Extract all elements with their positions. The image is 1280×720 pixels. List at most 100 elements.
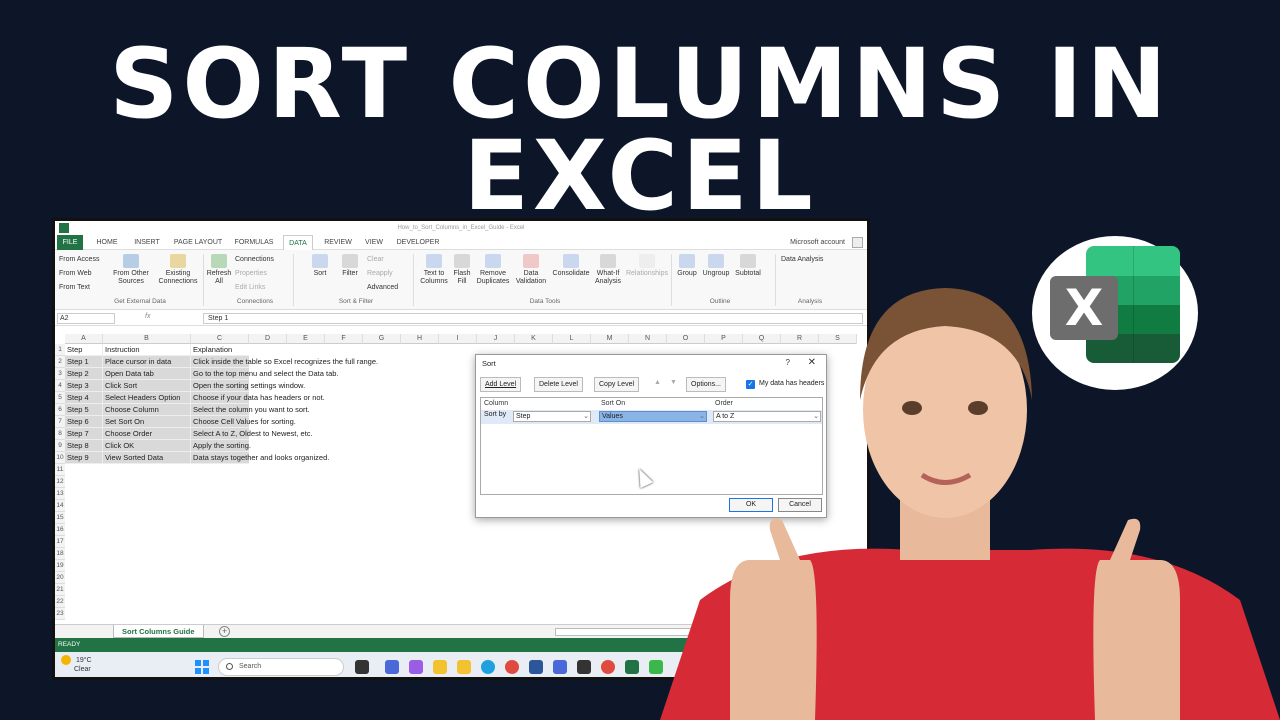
- row-header[interactable]: 17: [55, 536, 65, 548]
- tab-page-layout[interactable]: PAGE LAYOUT: [171, 235, 225, 250]
- task-view-icon[interactable]: [355, 660, 369, 674]
- store-icon[interactable]: [553, 660, 567, 674]
- row-header[interactable]: 3: [55, 368, 65, 380]
- tab-review[interactable]: REVIEW: [321, 235, 355, 250]
- column-header-e[interactable]: E: [287, 334, 325, 344]
- remove-duplicates-button[interactable]: Remove Duplicates: [475, 254, 511, 286]
- file-explorer-icon[interactable]: [433, 660, 447, 674]
- row-header[interactable]: 20: [55, 572, 65, 584]
- column-header-i[interactable]: I: [439, 334, 477, 344]
- row-header[interactable]: 23: [55, 608, 65, 620]
- consolidate-button[interactable]: Consolidate: [551, 254, 591, 278]
- sheet-tab-sort-columns-guide[interactable]: Sort Columns Guide: [113, 625, 204, 638]
- column-header-j[interactable]: J: [477, 334, 515, 344]
- row-header[interactable]: 14: [55, 500, 65, 512]
- column-header-h[interactable]: H: [401, 334, 439, 344]
- table-cell[interactable]: Step 7: [65, 428, 103, 440]
- table-cell[interactable]: Set Sort On: [103, 416, 191, 428]
- delete-level-button[interactable]: Delete Level: [534, 377, 583, 392]
- connections-button[interactable]: Connections: [235, 256, 274, 263]
- table-cell[interactable]: Go to the top menu and select the Data t…: [191, 368, 339, 380]
- tab-file[interactable]: FILE: [57, 235, 83, 250]
- add-level-button[interactable]: Add Level: [480, 377, 522, 392]
- column-header-m[interactable]: M: [591, 334, 629, 344]
- flash-fill-button[interactable]: Flash Fill: [451, 254, 473, 286]
- filter-button[interactable]: Filter: [339, 254, 361, 278]
- row-header[interactable]: 5: [55, 392, 65, 404]
- table-cell[interactable]: Choose Column: [103, 404, 191, 416]
- row-header[interactable]: 7: [55, 416, 65, 428]
- table-cell[interactable]: Step 9: [65, 452, 103, 464]
- table-cell[interactable]: Select A to Z, Oldest to Newest, etc.: [191, 428, 313, 440]
- tab-insert[interactable]: INSERT: [131, 235, 163, 250]
- row-header[interactable]: 10: [55, 452, 65, 464]
- column-header-f[interactable]: F: [325, 334, 363, 344]
- refresh-all-button[interactable]: Refresh All: [205, 254, 233, 286]
- row-header[interactable]: 16: [55, 524, 65, 536]
- tab-developer[interactable]: DEVELOPER: [395, 235, 441, 250]
- properties-button[interactable]: Properties: [235, 270, 267, 277]
- row-header[interactable]: 8: [55, 428, 65, 440]
- table-cell[interactable]: Step 4: [65, 392, 103, 404]
- row-header[interactable]: 6: [55, 404, 65, 416]
- tab-view[interactable]: VIEW: [361, 235, 387, 250]
- tab-formulas[interactable]: FORMULAS: [233, 235, 275, 250]
- table-cell[interactable]: Step 6: [65, 416, 103, 428]
- copy-level-button[interactable]: Copy Level: [594, 377, 640, 392]
- windows-start-icon[interactable]: [195, 660, 209, 674]
- add-sheet-icon[interactable]: +: [219, 626, 230, 637]
- row-header[interactable]: 15: [55, 512, 65, 524]
- edit-links-button[interactable]: Edit Links: [235, 284, 265, 291]
- table-cell[interactable]: Step 8: [65, 440, 103, 452]
- chrome-profile-icon[interactable]: [601, 660, 615, 674]
- clear-button[interactable]: Clear: [367, 256, 384, 263]
- tab-data[interactable]: DATA: [283, 235, 313, 250]
- column-header-l[interactable]: L: [553, 334, 591, 344]
- column-header-a[interactable]: A: [65, 334, 103, 344]
- table-cell[interactable]: View Sorted Data: [103, 452, 191, 464]
- row-header[interactable]: 19: [55, 560, 65, 572]
- row-header[interactable]: 9: [55, 440, 65, 452]
- advanced-button[interactable]: Advanced: [367, 284, 398, 291]
- row-header[interactable]: 13: [55, 488, 65, 500]
- table-cell[interactable]: Step 3: [65, 380, 103, 392]
- from-web-button[interactable]: From Web: [59, 270, 92, 277]
- chat-icon[interactable]: [385, 660, 399, 674]
- from-text-button[interactable]: From Text: [59, 284, 90, 291]
- from-other-sources-button[interactable]: From Other Sources: [111, 254, 151, 286]
- row-header[interactable]: 4: [55, 380, 65, 392]
- reapply-button[interactable]: Reapply: [367, 270, 393, 277]
- edge-icon[interactable]: [481, 660, 495, 674]
- table-cell[interactable]: Choose if your data has headers or not.: [191, 392, 325, 404]
- chrome-icon[interactable]: [505, 660, 519, 674]
- table-cell[interactable]: Click Sort: [103, 380, 191, 392]
- table-cell[interactable]: Open Data tab: [103, 368, 191, 380]
- excel-taskbar-icon[interactable]: [625, 660, 639, 674]
- table-cell[interactable]: Select Headers Option: [103, 392, 191, 404]
- weather-widget[interactable]: 19°C Clear: [61, 655, 92, 674]
- avatar[interactable]: [852, 237, 863, 248]
- table-cell[interactable]: Choose Cell Values for sorting.: [191, 416, 296, 428]
- table-cell[interactable]: Step: [65, 344, 103, 356]
- word-icon[interactable]: [529, 660, 543, 674]
- table-cell[interactable]: Place cursor in data: [103, 356, 191, 368]
- table-cell[interactable]: Choose Order: [103, 428, 191, 440]
- row-header[interactable]: 2: [55, 356, 65, 368]
- copilot-icon[interactable]: [409, 660, 423, 674]
- table-cell[interactable]: Explanation: [191, 344, 249, 356]
- table-cell[interactable]: Apply the sorting.: [191, 440, 251, 452]
- column-header-d[interactable]: D: [249, 334, 287, 344]
- from-access-button[interactable]: From Access: [59, 256, 99, 263]
- table-cell[interactable]: Step 2: [65, 368, 103, 380]
- row-header[interactable]: 18: [55, 548, 65, 560]
- table-cell[interactable]: Click OK: [103, 440, 191, 452]
- table-cell[interactable]: Select the column you want to sort.: [191, 404, 310, 416]
- table-cell[interactable]: Data stays together and looks organized.: [191, 452, 329, 464]
- tab-home[interactable]: HOME: [93, 235, 121, 250]
- row-header[interactable]: 1: [55, 344, 65, 356]
- folder-icon[interactable]: [457, 660, 471, 674]
- table-cell[interactable]: Instruction: [103, 344, 191, 356]
- column-header-b[interactable]: B: [103, 334, 191, 344]
- column-header-c[interactable]: C: [191, 334, 249, 344]
- row-header[interactable]: 11: [55, 464, 65, 476]
